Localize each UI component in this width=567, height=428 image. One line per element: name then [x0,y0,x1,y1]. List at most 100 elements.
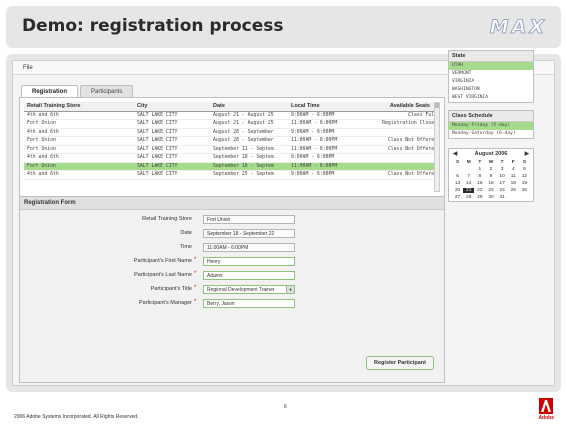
cell-store: Fort Union [24,145,134,154]
calendar-day[interactable]: 18 [508,181,519,186]
calendar-day[interactable]: 13 [452,181,463,186]
table-row[interactable]: 4th and 6th SALT LAKE CITY September 18 - … [24,153,440,163]
calendar-day[interactable]: 9 [485,174,496,179]
calendar-day[interactable]: 22 [474,188,485,193]
form-row: Participant's Title * Regional Development… [20,285,444,295]
calendar-day[interactable]: 15 [474,181,485,186]
table-row[interactable]: 4th and 6th SALT LAKE CITY August 21 - Aug… [24,111,440,120]
calendar-day [452,167,463,172]
calendar-day[interactable]: 12 [519,174,530,179]
calendar-day[interactable]: 30 [485,195,496,200]
cell-time: 11:00AM - 6:00PM [288,162,362,171]
calendar-day[interactable]: 27 [452,195,463,200]
calendar-day[interactable]: 2 [485,167,496,172]
table-scrollbar[interactable] [434,102,440,192]
calendar-day[interactable]: 3 [497,167,508,172]
table-row[interactable]: Fort Union SALT LAKE CITY September 18 - S… [24,162,440,171]
calendar-day[interactable]: 16 [485,181,496,186]
class-schedule-item[interactable]: Monday-Saturday (6-day) [449,130,533,138]
cell-city: SALT LAKE CITY [134,162,210,171]
cell-seats: Registration Closed [362,119,440,129]
cell-seats: Class Not Offered [362,170,440,180]
required-marker: * [194,257,197,263]
calendar-day-name: S [455,160,460,165]
form-field-input[interactable]: Berry, Jason [203,299,295,308]
calendar-day[interactable]: 26 [519,188,530,193]
form-field-input[interactable]: Henry [203,257,295,266]
form-field-input[interactable]: Adams [203,271,295,280]
calendar-day[interactable]: 24 [497,188,508,193]
state-list-title: State [449,51,533,62]
calendar-day[interactable]: 10 [497,174,508,179]
calendar-day[interactable]: 28 [463,195,474,200]
column-header-city[interactable]: City [134,102,210,112]
state-list-item[interactable]: UTAH [449,62,533,70]
cell-date: August 21 - August 25 [210,111,288,120]
table-header-row: Retail Training Store City Date Local Ti… [24,102,440,112]
cell-time: 9:00AM - 6:00PM [288,128,362,137]
calendar-day[interactable]: 23 [485,188,496,193]
form-field-input[interactable]: Fort Union [203,215,295,224]
cell-city: SALT LAKE CITY [134,111,210,120]
form-field-input[interactable]: Regional Development Trainer ▼ [203,285,295,294]
table-row[interactable]: 4th and 6th SALT LAKE CITY September 25 - … [24,170,440,180]
form-row: Participant's Last Name * Adams [20,271,444,281]
calendar-day[interactable]: 5 [519,167,530,172]
calendar-prev-icon[interactable]: ◀ [453,151,457,157]
cell-store: Fort Union [24,136,134,146]
column-header-store[interactable]: Retail Training Store [24,102,134,112]
dropdown-arrow-icon[interactable]: ▼ [286,286,294,293]
cell-city: SALT LAKE CITY [134,128,210,137]
table-row[interactable]: Fort Union SALT LAKE CITY August 28 - Sept… [24,136,440,146]
calendar-day[interactable]: 19 [519,181,530,186]
calendar-day[interactable]: 25 [508,188,519,193]
form-field-value: 11:00AM - 6:00PM [207,245,249,251]
calendar-day[interactable]: 11 [508,174,519,179]
calendar-day[interactable]: 17 [497,181,508,186]
form-field-value: September 18 - September 22 [207,231,275,237]
table-row[interactable]: Fort Union SALT LAKE CITY September 11 - S… [24,145,440,154]
calendar-day[interactable]: 29 [474,195,485,200]
cell-date: September 25 - Septem [210,170,288,180]
copyright-text: 2006 Adobe Systems Incorporated. All Rig… [14,414,139,420]
table-row[interactable]: Fort Union SALT LAKE CITY August 21 - Augu… [24,119,440,129]
state-list-item[interactable]: WEST VIRGINIA [449,94,533,102]
form-field-input[interactable]: 11:00AM - 6:00PM [203,243,295,252]
form-row: Participant's First Name * Henry [20,257,444,267]
calendar-day[interactable]: 6 [452,174,463,179]
state-list-item[interactable]: VIRGINIA [449,78,533,86]
calendar-day[interactable]: 8 [474,174,485,179]
scroll-up-icon[interactable] [435,103,439,108]
slide-header: Demo: registration process MAX [6,6,561,48]
form-field-value: Berry, Jason [207,301,235,307]
tab-registration[interactable]: Registration [21,85,79,97]
date-calendar: ◀ August 2006 ▶ S M T W T F S 1 2 3 4 5 6 7 8 9 10 11 12 13… [448,148,534,202]
calendar-day[interactable]: 1 [474,167,485,172]
cell-date: August 21 - August 25 [210,119,288,129]
table-row[interactable]: 4th and 6th SALT LAKE CITY August 28 - Sep… [24,128,440,137]
column-header-time[interactable]: Local Time [288,102,362,112]
form-field-label: Participant's Manager [138,300,192,306]
column-header-seats[interactable]: Available Seats [362,102,440,112]
form-field-label: Participant's Last Name [134,272,192,278]
cell-seats: 3 [362,128,440,137]
cell-seats: 2 [362,162,440,171]
state-list-item[interactable]: VERMONT [449,70,533,78]
state-list-item[interactable]: WASHINGTON [449,86,533,94]
calendar-next-icon[interactable]: ▶ [525,151,529,157]
class-schedule-item[interactable]: Monday-Friday (5-day) [449,122,533,130]
calendar-day[interactable]: 31 [497,195,508,200]
tab-participants[interactable]: Participants [80,85,134,97]
app-window: File Registration Participants Retail Tr… [12,60,555,386]
calendar-day[interactable]: 14 [463,181,474,186]
file-menu[interactable]: File [23,65,33,71]
form-field-input[interactable]: September 18 - September 22 [203,229,295,238]
register-participant-button[interactable]: Register Participant [366,356,434,370]
cell-date: August 28 - September [210,136,288,146]
cell-city: SALT LAKE CITY [134,170,210,180]
calendar-day[interactable]: 4 [508,167,519,172]
calendar-day[interactable]: 7 [463,174,474,179]
column-header-date[interactable]: Date [210,102,288,112]
calendar-day[interactable]: 20 [452,188,463,193]
calendar-day[interactable]: 21 [463,188,475,193]
